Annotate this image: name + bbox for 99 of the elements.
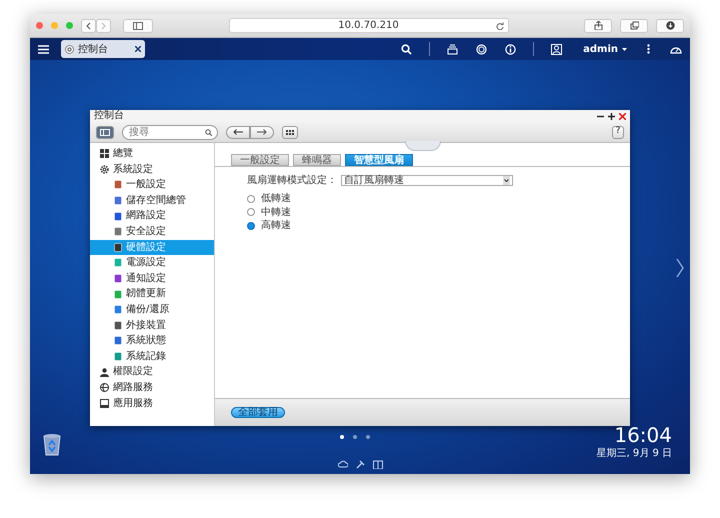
cloud-icon[interactable] bbox=[338, 460, 348, 468]
sidebar-icon bbox=[100, 128, 110, 136]
collapse-handle[interactable] bbox=[405, 141, 441, 151]
window-control-dot[interactable] bbox=[66, 22, 73, 29]
close-icon[interactable] bbox=[619, 112, 626, 120]
app-tab[interactable]: 控制台 bbox=[61, 40, 145, 58]
address-field[interactable]: 10.0.70.210 bbox=[228, 18, 508, 33]
more-icon[interactable] bbox=[647, 44, 650, 54]
search-icon bbox=[205, 128, 212, 136]
sidebar-item[interactable]: 一般設定 bbox=[90, 177, 214, 193]
book-icon[interactable] bbox=[373, 460, 383, 469]
menu-icon[interactable] bbox=[38, 44, 49, 54]
window-title: 控制台 bbox=[94, 110, 125, 122]
field-label: 風扇運轉模式設定： bbox=[247, 174, 337, 188]
tile-icon bbox=[114, 227, 122, 236]
sidebar-icon bbox=[133, 22, 143, 30]
user-menu[interactable]: admin bbox=[583, 42, 627, 56]
tile-icon bbox=[114, 258, 122, 268]
tools-icon[interactable] bbox=[356, 460, 365, 469]
window-control-dot[interactable] bbox=[51, 22, 58, 29]
gear-icon bbox=[100, 164, 109, 174]
info-icon[interactable] bbox=[505, 44, 516, 54]
help-button[interactable]: ? bbox=[612, 126, 624, 138]
sidebar-toggle-button[interactable] bbox=[96, 126, 114, 138]
right-arrow-icon bbox=[257, 129, 267, 135]
sidebar-item[interactable]: 通知設定 bbox=[90, 270, 214, 286]
sidebar-item[interactable]: 總覽 bbox=[90, 146, 214, 162]
sidebar-item[interactable]: 權限設定 bbox=[90, 364, 214, 380]
sidebar-item[interactable]: 系統記錄 bbox=[90, 348, 214, 364]
search-icon[interactable] bbox=[401, 44, 412, 54]
clock-date: 星期三, 9月 9 日 bbox=[596, 446, 672, 461]
tabs-icon bbox=[630, 21, 638, 30]
window-control-dot[interactable] bbox=[36, 22, 43, 29]
sidebar-item[interactable]: 外接裝置 bbox=[90, 318, 214, 334]
page-dot[interactable] bbox=[340, 435, 344, 439]
sidebar-item[interactable]: 電源設定 bbox=[90, 255, 214, 271]
sidebar-item[interactable]: 安全設定 bbox=[90, 224, 214, 240]
tile-icon bbox=[114, 305, 122, 314]
grid-icon bbox=[100, 149, 109, 158]
apps-button[interactable] bbox=[282, 126, 298, 138]
sidebar-item[interactable]: 系統設定 bbox=[90, 162, 214, 178]
share-icon bbox=[594, 21, 602, 30]
search-field[interactable]: 搜尋 bbox=[122, 124, 218, 140]
radio-button[interactable] bbox=[247, 222, 255, 230]
trash-icon[interactable] bbox=[42, 432, 62, 456]
radio-button[interactable] bbox=[247, 194, 255, 203]
person-icon bbox=[100, 368, 109, 377]
tab-title: 控制台 bbox=[78, 42, 109, 56]
apply-all-button[interactable]: 全部套用 bbox=[231, 407, 285, 418]
sidebar-item[interactable]: 備份/還原 bbox=[90, 302, 214, 318]
clock-time: 16:04 bbox=[613, 424, 672, 446]
maximize-icon[interactable] bbox=[608, 112, 615, 120]
tile-icon bbox=[114, 336, 122, 346]
tile-icon bbox=[114, 274, 122, 284]
page-dot[interactable] bbox=[353, 435, 357, 439]
tile-icon bbox=[114, 242, 122, 252]
reload-icon[interactable] bbox=[496, 22, 504, 30]
radio-label: 高轉速 bbox=[261, 218, 291, 234]
gear-icon bbox=[65, 44, 74, 54]
tile-icon bbox=[114, 212, 122, 221]
tab[interactable]: 蜂鳴器 bbox=[293, 154, 341, 166]
sidebar-item[interactable]: 網路服務 bbox=[90, 380, 214, 396]
tile-icon bbox=[114, 196, 122, 206]
tray-icon bbox=[100, 398, 109, 408]
sidebar-item[interactable]: 系統狀態 bbox=[90, 333, 214, 349]
sidebar-item[interactable]: 韌體更新 bbox=[90, 286, 214, 302]
tile-icon bbox=[114, 352, 122, 362]
caret-icon bbox=[622, 48, 627, 50]
stack-icon[interactable] bbox=[447, 44, 458, 54]
globe-icon bbox=[100, 383, 109, 392]
tile-icon bbox=[114, 290, 122, 299]
sidebar-item[interactable]: 網路設定 bbox=[90, 208, 214, 224]
sidebar-item[interactable]: 應用服務 bbox=[90, 396, 214, 412]
downloads-button[interactable] bbox=[656, 18, 684, 32]
user-icon[interactable] bbox=[551, 44, 562, 54]
page-dot[interactable] bbox=[366, 435, 370, 439]
back-icon bbox=[86, 22, 91, 30]
tile-icon bbox=[114, 180, 122, 190]
radio-label: 低轉速 bbox=[261, 192, 291, 206]
select-value: 自訂風扇轉速 bbox=[344, 176, 404, 185]
forward-button[interactable] bbox=[250, 126, 274, 138]
dropdown-caret-icon bbox=[503, 176, 510, 185]
tab[interactable]: 一般設定 bbox=[231, 154, 289, 166]
download-icon bbox=[666, 21, 674, 30]
tabs-button[interactable] bbox=[620, 18, 648, 32]
radio-button[interactable] bbox=[247, 208, 255, 216]
sidebar-item[interactable]: 儲存空間總管 bbox=[90, 192, 214, 208]
grid-icon bbox=[286, 130, 294, 134]
forward-icon bbox=[101, 22, 106, 30]
radio-label: 中轉速 bbox=[261, 206, 291, 220]
next-page-icon[interactable] bbox=[676, 258, 684, 278]
fan-mode-select[interactable]: 自訂風扇轉速 bbox=[341, 175, 513, 186]
sidebar-button[interactable] bbox=[123, 18, 153, 32]
left-arrow-icon bbox=[233, 129, 243, 135]
share-button[interactable] bbox=[584, 18, 612, 32]
tile-icon bbox=[114, 320, 122, 330]
back-button[interactable] bbox=[226, 126, 250, 138]
url-text: 10.0.70.210 bbox=[338, 19, 399, 33]
close-icon[interactable] bbox=[135, 46, 141, 52]
